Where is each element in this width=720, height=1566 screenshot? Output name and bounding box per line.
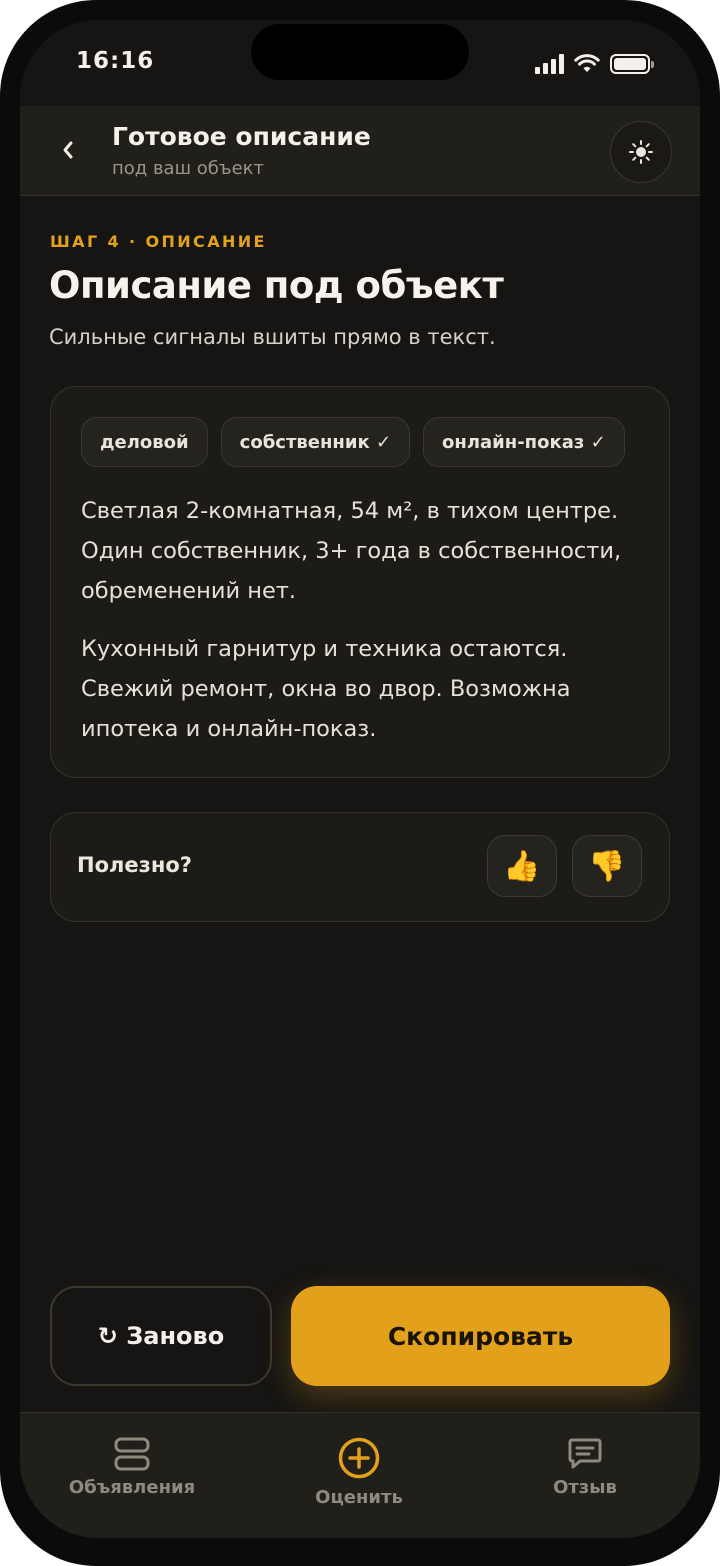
tab-listings[interactable]: Объявления (42, 1413, 222, 1538)
tab-bar: Объявления Оценить Отзыв (20, 1412, 700, 1538)
screen: 16:16 Готовое описание под ваш объект ША… (20, 20, 700, 1538)
copy-button[interactable]: Скопировать (291, 1286, 670, 1386)
regenerate-button[interactable]: ↻ Заново (50, 1286, 272, 1386)
header-subtitle: под ваш объект (112, 158, 265, 179)
chevron-left-icon (63, 141, 73, 159)
phone-frame: 16:16 Готовое описание под ваш объект ША… (0, 0, 720, 1566)
description-card: деловой собственник ✓ онлайн-показ ✓ Све… (50, 386, 670, 778)
header: Готовое описание под ваш объект (20, 106, 700, 196)
page-title: Описание под объект (49, 264, 504, 307)
header-title: Готовое описание (112, 122, 371, 151)
tab-label: Отзыв (553, 1477, 617, 1498)
description-paragraph: Светлая 2-комнатная, 54 м², в тихом цент… (81, 498, 622, 604)
back-button[interactable] (48, 130, 88, 170)
thumbs-up-icon: 👍 (503, 848, 541, 884)
thumbs-down-button[interactable]: 👎 (572, 835, 642, 897)
page-subtitle: Сильные сигналы вшиты прямо в текст. (49, 325, 496, 349)
dynamic-island (251, 24, 469, 80)
tab-review[interactable]: Отзыв (495, 1413, 675, 1538)
chip-owner[interactable]: собственник ✓ (220, 417, 411, 467)
feedback-label: Полезно? (77, 853, 192, 877)
stack-icon (114, 1437, 150, 1471)
chip-tone[interactable]: деловой (81, 417, 208, 467)
tab-rate[interactable]: Оценить (269, 1413, 449, 1538)
description-paragraph: Кухонный гарнитур и техника остаются. Св… (81, 636, 571, 742)
signal-icon (535, 54, 564, 74)
tab-label: Оценить (315, 1487, 403, 1508)
battery-icon (610, 54, 654, 74)
thumbs-down-icon: 👎 (588, 848, 626, 884)
chip-online-show[interactable]: онлайн-показ ✓ (423, 417, 625, 467)
tab-label: Объявления (68, 1477, 196, 1498)
chip-list: деловой собственник ✓ онлайн-показ ✓ (81, 417, 625, 467)
feedback-card: Полезно? 👍 👎 (50, 812, 670, 922)
status-bar: 16:16 (20, 20, 700, 106)
step-label: ШАГ 4 · ОПИСАНИЕ (50, 232, 267, 251)
plus-circle-icon (338, 1437, 380, 1479)
sun-icon (629, 140, 653, 164)
thumbs-up-button[interactable]: 👍 (487, 835, 557, 897)
message-icon (568, 1438, 602, 1469)
theme-toggle-button[interactable] (610, 121, 672, 183)
wifi-icon (574, 54, 600, 72)
status-icons (535, 52, 654, 76)
status-time: 16:16 (76, 48, 155, 74)
